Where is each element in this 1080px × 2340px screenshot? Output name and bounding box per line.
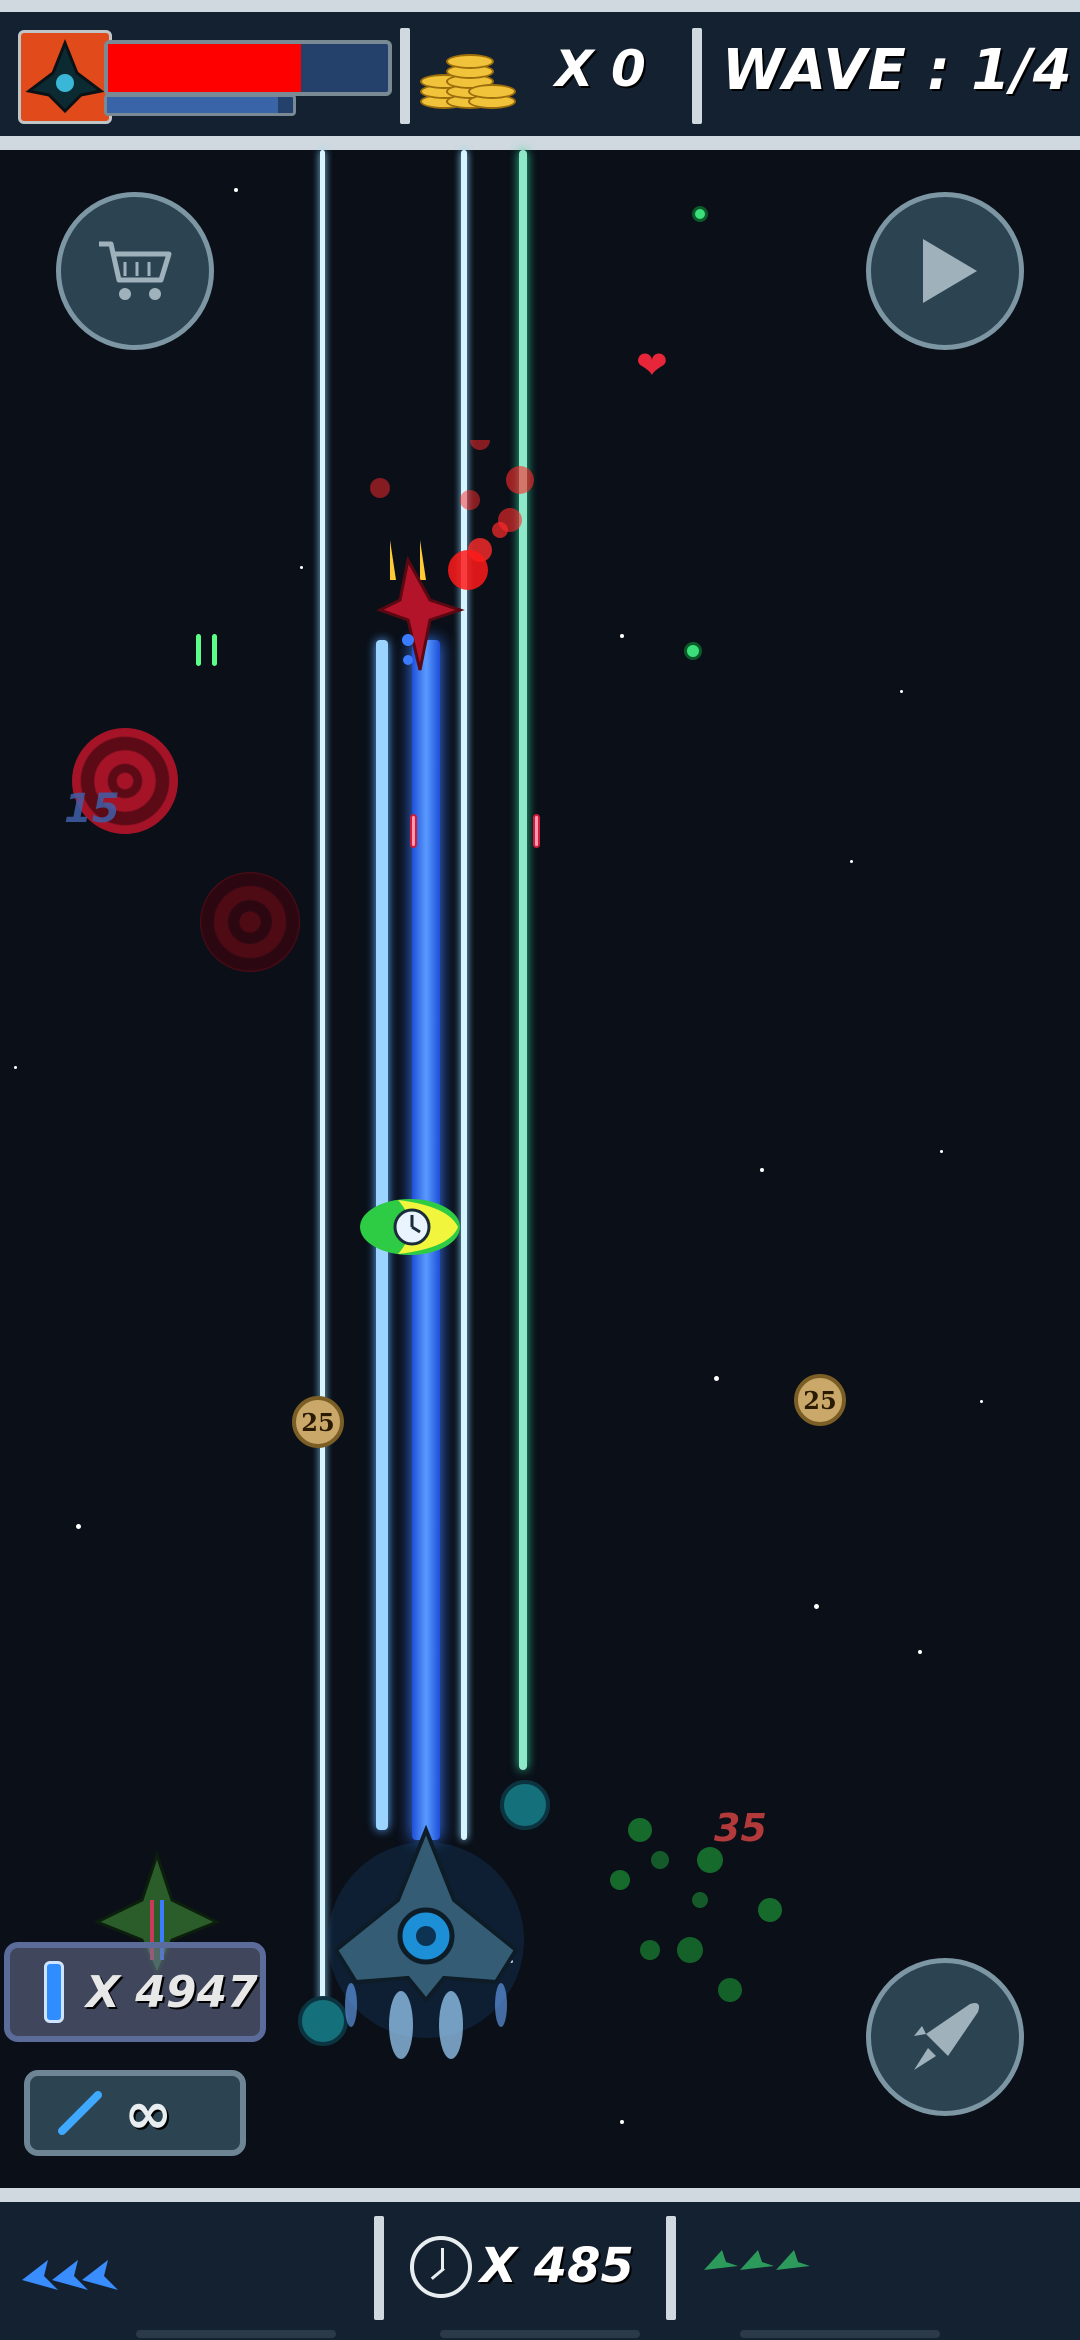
enemy-bullet (533, 814, 540, 848)
coins-stack-icon (420, 42, 516, 114)
health-bar (104, 40, 392, 96)
shield-bar (104, 94, 296, 116)
hud-divider (692, 28, 702, 124)
bottom-tab-indicator (740, 2330, 940, 2338)
bottom-tab-indicator (440, 2330, 640, 2338)
bomb-count: X 4947 (86, 1966, 258, 2018)
damage-number: 35 (714, 1806, 767, 1850)
explosion-particles (370, 430, 540, 560)
hud-divider (666, 2216, 676, 2320)
enemy-mine (200, 872, 300, 972)
play-button[interactable] (866, 192, 1024, 350)
laser-beam-mid (461, 150, 467, 1840)
green-explosion (590, 1800, 800, 2020)
clock-icon (410, 2236, 472, 2298)
green-orb (684, 642, 702, 660)
laser-beam-left (320, 150, 325, 2010)
hud-divider (374, 2216, 384, 2320)
coin-drop: 25 (794, 1374, 846, 1426)
shield-bar-fill (107, 97, 279, 113)
green-bullet (196, 634, 201, 666)
wave-indicator: WAVE : 1/4 (722, 38, 1073, 103)
health-bar-fill (108, 44, 302, 92)
laser-beam-right (519, 150, 527, 1770)
green-orb (692, 206, 708, 222)
top-hud: X 0 WAVE : 1/4 (0, 0, 1080, 150)
damage-number: 15 (64, 786, 120, 832)
laser-weapon-icon (58, 2091, 102, 2135)
coin-count: X 0 (555, 40, 646, 98)
green-bullet (212, 634, 217, 666)
player-portrait (18, 30, 112, 124)
player-ship (326, 1800, 526, 2060)
rocket-icon (914, 2003, 979, 2070)
reserve-ships-icon (700, 2242, 820, 2282)
shop-button[interactable] (56, 192, 214, 350)
ammo-count: ∞ (124, 2079, 173, 2147)
coin-drop: 25 (292, 1396, 344, 1448)
time-powerup (358, 1196, 462, 1258)
hud-divider (400, 28, 410, 124)
bottom-tab-indicator (136, 2330, 336, 2338)
lives-icons (18, 2250, 138, 2300)
heart-pickup: ❤ (636, 343, 668, 387)
rocket-launch-button[interactable] (866, 1958, 1024, 2116)
bomb-counter[interactable]: X 4947 (4, 1942, 266, 2042)
bottom-hud: X 485 (0, 2188, 1080, 2340)
game-screen: X 0 WAVE : 1/4 ❤ 15 25 25 35 X 4947 ∞ X … (0, 0, 1080, 2340)
weapon-ammo-indicator[interactable]: ∞ (24, 2070, 246, 2156)
missile-icon (44, 1961, 64, 2023)
timer-count: X 485 (480, 2238, 634, 2294)
player-ship-icon (25, 38, 105, 114)
enemy-bullet (410, 814, 417, 848)
play-icon (923, 239, 977, 303)
shopping-cart-icon (99, 241, 172, 300)
